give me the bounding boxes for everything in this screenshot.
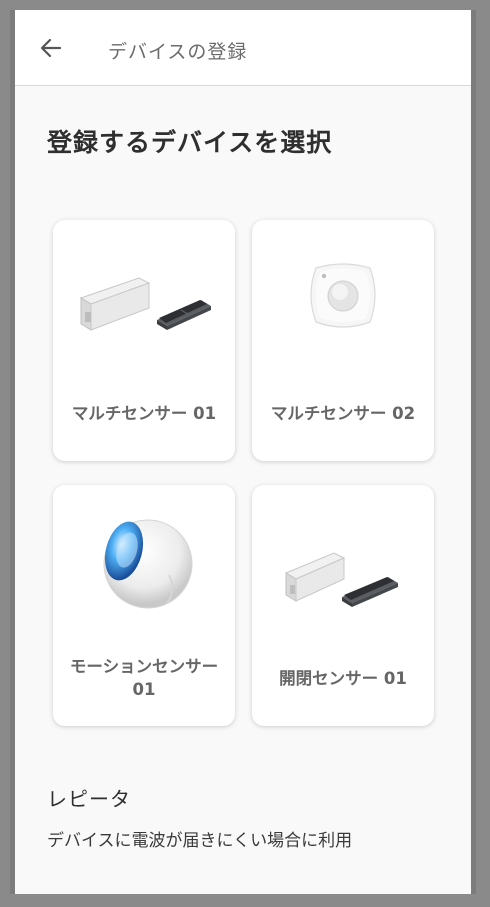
device-card-multi-sensor-01[interactable]: マルチセンサー 01 xyxy=(53,220,235,461)
device-grid: マルチセンサー 01 マルチセンサー 02 モーションセンサー 01 開閉センサ… xyxy=(53,220,437,726)
door-window-sensor-icon xyxy=(284,552,398,607)
square-pir-sensor-icon xyxy=(310,263,376,328)
device-card-multi-sensor-02[interactable]: マルチセンサー 02 xyxy=(252,220,434,461)
device-label: モーションセンサー 01 xyxy=(69,657,219,699)
device-label: 開閉センサー 01 xyxy=(279,669,407,688)
repeater-section-description: デバイスに電波が届きにくい場合に利用 xyxy=(47,831,353,851)
motion-sensor-ball-icon xyxy=(103,519,193,609)
multi-sensor-icon xyxy=(79,277,211,331)
app-bar-title: デバイスの登録 xyxy=(108,41,248,63)
back-button[interactable] xyxy=(37,34,65,62)
device-card-motion-sensor-01[interactable]: モーションセンサー 01 xyxy=(53,485,235,726)
app-bar: デバイスの登録 xyxy=(15,10,471,86)
device-label: マルチセンサー 01 xyxy=(71,404,217,423)
device-label: マルチセンサー 02 xyxy=(270,404,416,423)
page-heading: 登録するデバイスを選択 xyxy=(47,128,333,157)
device-card-door-sensor-01[interactable]: 開閉センサー 01 xyxy=(252,485,434,726)
screen: デバイスの登録 登録するデバイスを選択 マルチセンサー 01 マルチセンサー 0… xyxy=(10,10,476,894)
repeater-section-title: レピータ xyxy=(47,787,131,811)
arrow-left-icon xyxy=(40,38,62,58)
